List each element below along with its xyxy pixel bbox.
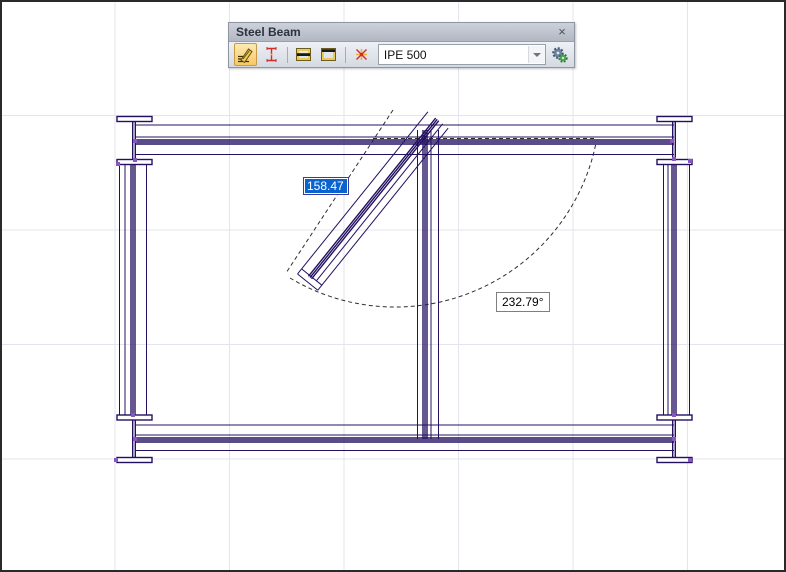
length-input[interactable] bbox=[305, 179, 347, 193]
ref-line-top-tool-button[interactable] bbox=[317, 43, 340, 66]
selection-handles[interactable] bbox=[114, 139, 692, 462]
column-right[interactable] bbox=[664, 164, 690, 415]
cad-window: Steel Beam × bbox=[0, 0, 786, 572]
profile-combo[interactable]: IPE 500 bbox=[378, 44, 546, 65]
anchor-point-icon bbox=[353, 46, 370, 63]
column-middle[interactable] bbox=[418, 130, 439, 439]
anchor-point-tool-button[interactable] bbox=[350, 43, 373, 66]
palette-title-bar[interactable]: Steel Beam × bbox=[229, 23, 574, 42]
toolbar-separator bbox=[287, 47, 288, 63]
ref-line-center-tool-button[interactable] bbox=[292, 43, 315, 66]
palette-title: Steel Beam bbox=[236, 25, 301, 39]
column-left[interactable] bbox=[120, 164, 147, 415]
steel-beam-palette: Steel Beam × bbox=[228, 22, 575, 68]
ref-line-center-icon bbox=[295, 46, 312, 63]
gears-icon bbox=[551, 46, 569, 64]
draw-beam-icon bbox=[237, 46, 254, 63]
beam-bottom[interactable] bbox=[135, 425, 674, 451]
beam-top[interactable] bbox=[135, 125, 674, 155]
beam-profile-tool-button[interactable] bbox=[259, 43, 282, 66]
beam-profile-icon bbox=[263, 46, 280, 63]
close-icon[interactable]: × bbox=[554, 23, 570, 41]
draw-beam-tool-button[interactable] bbox=[234, 43, 257, 66]
angle-arc bbox=[290, 143, 596, 307]
toolbar-separator bbox=[345, 47, 346, 63]
angle-label: 232.79° bbox=[496, 292, 550, 312]
length-input-box bbox=[303, 177, 349, 195]
palette-toolbar: IPE 500 bbox=[229, 42, 574, 67]
dropdown-arrow-icon[interactable] bbox=[528, 46, 545, 63]
settings-button[interactable] bbox=[550, 44, 570, 65]
drawing-canvas[interactable] bbox=[2, 2, 784, 570]
ref-line-top-icon bbox=[320, 46, 337, 63]
profile-combo-value: IPE 500 bbox=[379, 48, 528, 62]
